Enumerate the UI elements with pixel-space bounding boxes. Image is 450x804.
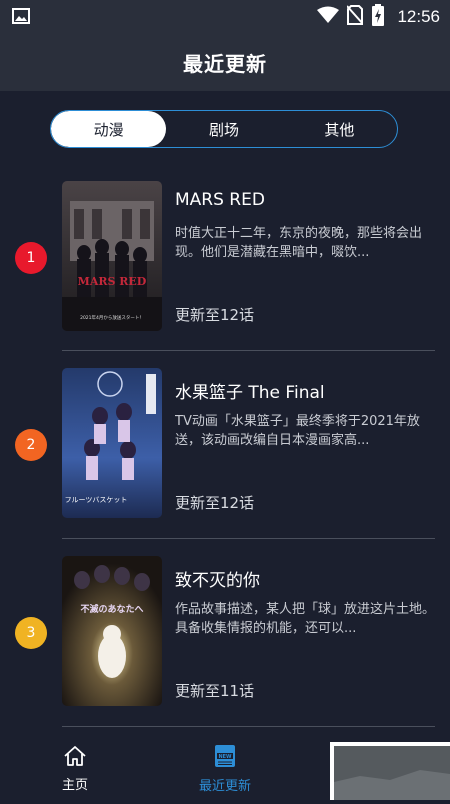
home-icon — [63, 745, 87, 771]
item-title[interactable]: 致不灭的你 — [175, 566, 260, 591]
divider — [62, 538, 435, 539]
divider — [62, 726, 435, 727]
cover-title-text: MARS RED — [78, 275, 147, 288]
category-tabs: 动漫 剧场 其他 — [50, 110, 398, 148]
nav-home-label: 主页 — [61, 778, 88, 793]
status-bar: 12:56 — [0, 0, 450, 34]
tab-other[interactable]: 其他 — [282, 111, 397, 147]
cover-image[interactable]: フルーツバスケット — [62, 368, 162, 518]
list-item[interactable]: 2 フルーツバスケット 水果篮子 The Final TV动画「水果篮子」最终季… — [0, 358, 450, 546]
item-description: 时值大正十二年，东京的夜晚，那些将会出现。他们是潜藏在黑暗中，啜饮... — [175, 226, 423, 260]
divider — [62, 350, 435, 351]
item-episode: 更新至11话 — [175, 682, 255, 700]
tab-anime[interactable]: 动漫 — [51, 111, 167, 147]
rank-badge: 2 — [15, 429, 47, 461]
clock: 12:56 — [397, 7, 440, 26]
no-sim-icon — [346, 5, 365, 29]
battery-charging-icon — [371, 4, 385, 30]
news-icon: NEW — [214, 744, 236, 772]
rank-badge: 1 — [15, 242, 47, 274]
item-episode: 更新至12话 — [175, 306, 255, 324]
list-item[interactable]: 3 不滅のあなたへ 致不灭的你 作品故事描述，某人把「球」放进这片土地。具备收集… — [0, 546, 450, 734]
item-episode: 更新至12话 — [175, 494, 255, 512]
nav-recent-updates-label: 最近更新 — [198, 779, 251, 794]
cover-image[interactable]: 不滅のあなたへ — [62, 556, 162, 706]
item-title[interactable]: 水果篮子 The Final — [175, 378, 325, 403]
update-list: 1 MARS RED 2021年4月から放送スタート！ MARS RED 时值大… — [0, 170, 450, 734]
svg-text:NEW: NEW — [218, 754, 232, 760]
rank-badge: 3 — [15, 617, 47, 649]
item-description: 作品故事描述，某人把「球」放进这片土地。具备收集情报的机能，还可以... — [175, 602, 435, 636]
page-title: 最近更新 — [183, 52, 267, 76]
item-title[interactable]: MARS RED — [175, 190, 265, 210]
cover-image[interactable]: MARS RED 2021年4月から放送スタート！ — [62, 181, 162, 331]
cover-caption-text: 2021年4月から放送スタート！ — [80, 314, 144, 321]
cover-title-text: フルーツバスケット — [65, 496, 128, 504]
app-bar: 最近更新 — [0, 34, 450, 91]
tab-theater[interactable]: 剧场 — [166, 111, 281, 147]
nav-recent-updates[interactable]: NEW 最近更新 — [185, 738, 265, 800]
nav-home[interactable]: 主页 — [40, 738, 110, 800]
cover-title-text: 不滅のあなたへ — [80, 603, 143, 615]
image-icon — [12, 8, 30, 24]
floating-thumbnail — [330, 742, 450, 800]
item-description: TV动画「水果篮子」最终季将于2021年放送，该动画改编自日本漫画家高... — [175, 414, 420, 448]
wifi-icon — [317, 6, 340, 28]
list-item[interactable]: 1 MARS RED 2021年4月から放送スタート！ MARS RED 时值大… — [0, 170, 450, 358]
